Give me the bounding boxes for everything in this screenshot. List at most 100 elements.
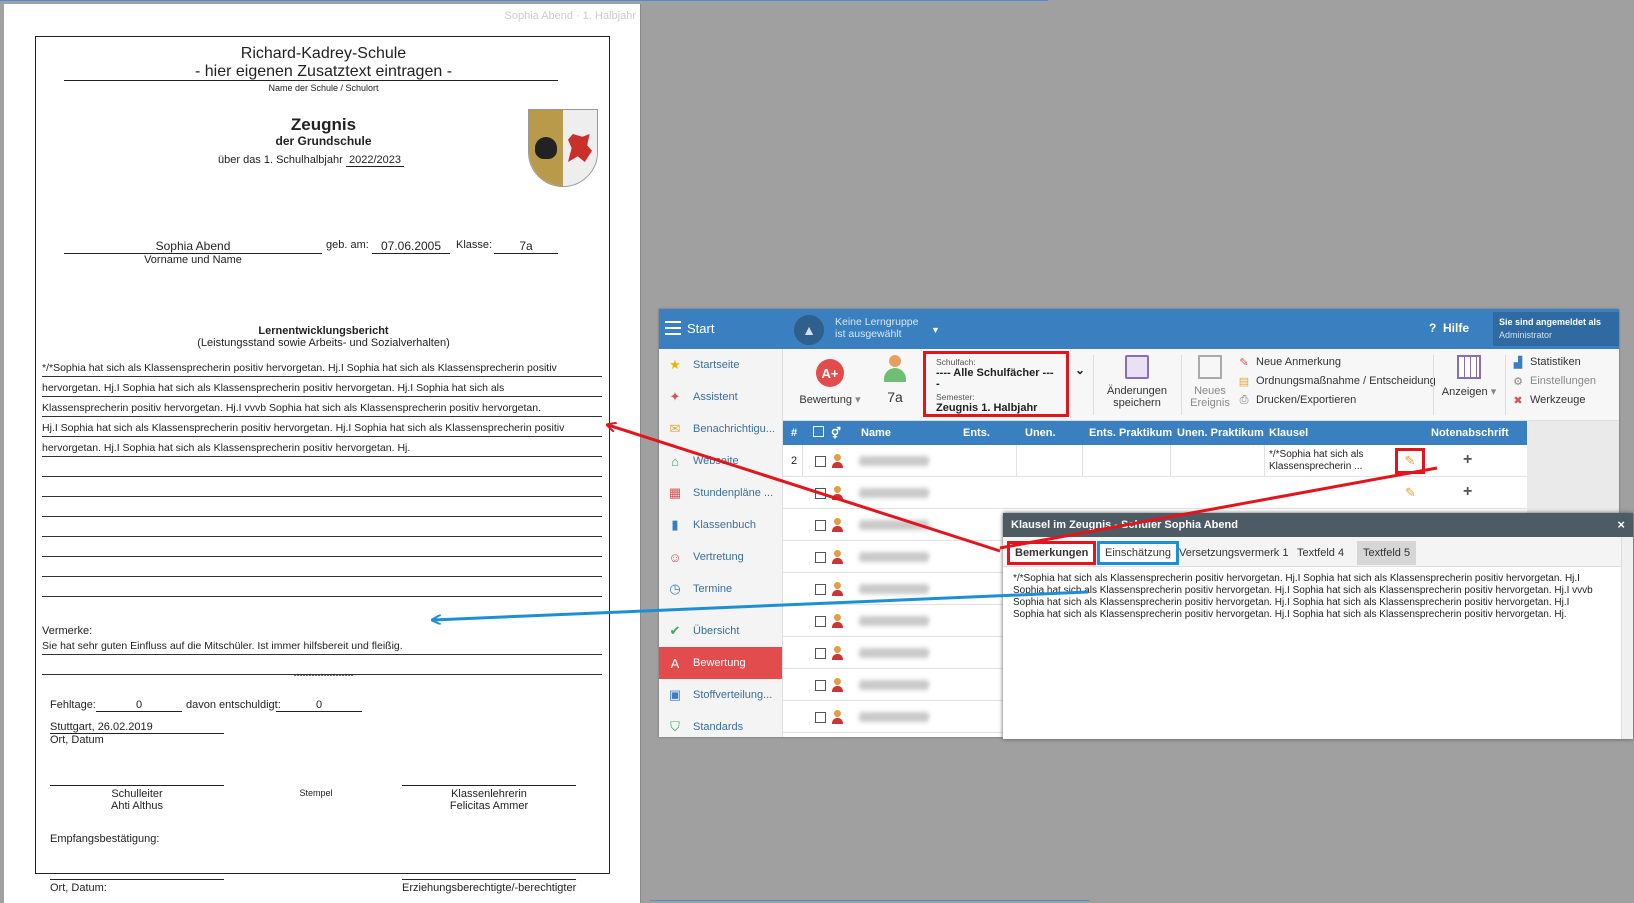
measure-button[interactable]: ▤ Ordnungsmaßnahme / Entscheidung xyxy=(1237,374,1436,388)
school-year: 2022/2023 xyxy=(346,154,404,167)
report-line xyxy=(42,577,602,597)
dialog-scrollbar[interactable] xyxy=(1621,537,1633,739)
table-row[interactable]: ✎ + xyxy=(783,477,1527,509)
chevron-down-icon[interactable]: ⌄ xyxy=(1075,363,1085,377)
sidebar-item-vertretung[interactable]: ☺ Vertretung xyxy=(659,541,782,573)
tab-bemerkungen[interactable]: Bemerkungen xyxy=(1007,541,1097,565)
dialog-text-area[interactable]: */*Sophia hat sich als Klassensprecherin… xyxy=(1013,573,1593,621)
name-caption: Vorname und Name xyxy=(144,254,242,266)
column-header-notenabschrift[interactable]: Notenabschrift xyxy=(1431,427,1509,439)
sidebar-item-stoffverteilung[interactable]: ▣ Stoffverteilung... xyxy=(659,679,782,711)
menu-icon[interactable] xyxy=(665,321,681,335)
save-changes-button[interactable]: Änderungen speichern xyxy=(1099,355,1175,409)
excused-value: 0 xyxy=(276,699,362,712)
column-header-name[interactable]: Name xyxy=(861,427,891,439)
new-event-button[interactable]: Neues Ereignis xyxy=(1185,355,1235,409)
settings-button[interactable]: ⚙ Einstellungen xyxy=(1511,374,1596,388)
sidebar-item-termine[interactable]: ◷ Termine xyxy=(659,573,782,605)
row-checkbox[interactable] xyxy=(815,616,826,627)
report-line: hervorgetan. Hj.I Sophia hat sich als Kl… xyxy=(42,377,602,397)
sidebar-item-klassenbuch[interactable]: ▮ Klassenbuch xyxy=(659,509,782,541)
report-line xyxy=(42,537,602,557)
add-icon[interactable]: + xyxy=(1463,483,1472,501)
sidebar-item-assistent[interactable]: ✦ Assistent xyxy=(659,381,782,413)
row-checkbox[interactable] xyxy=(815,520,826,531)
row-checkbox[interactable] xyxy=(815,552,826,563)
sidebar-item-bewertung[interactable]: A Bewertung xyxy=(659,647,782,679)
lerngruppe-line2: ist ausgewählt xyxy=(835,328,902,340)
tools-button[interactable]: ✖ Werkzeuge xyxy=(1511,393,1585,407)
sidebar-item-uebersicht[interactable]: ✔ Übersicht xyxy=(659,615,782,647)
close-icon[interactable]: × xyxy=(1617,517,1625,532)
print-export-button[interactable]: ⎙ Drucken/Exportieren xyxy=(1237,393,1357,407)
class-button[interactable]: 7a xyxy=(875,355,915,405)
report-line xyxy=(42,497,602,517)
show-button[interactable]: Anzeigen ▾ xyxy=(1439,355,1499,398)
new-note-button[interactable]: ✎ Neue Anmerkung xyxy=(1237,355,1341,369)
statistics-button[interactable]: ▟ Statistiken xyxy=(1511,355,1581,369)
calendar-plus-icon xyxy=(1198,355,1222,379)
student-name-blurred xyxy=(859,520,929,530)
start-link[interactable]: Start xyxy=(687,321,714,336)
toolbar: A+ Bewertung ▾ 7a Schulfach: ---- Alle S… xyxy=(783,349,1619,421)
new-note-label: Neue Anmerkung xyxy=(1256,356,1341,368)
schulfach-semester-selector[interactable]: Schulfach: ---- Alle Schulfächer ---- Se… xyxy=(923,351,1069,417)
tab-textfeld-4[interactable]: Textfeld 4 xyxy=(1291,541,1350,565)
help-link[interactable]: ? Hilfe xyxy=(1429,321,1469,335)
sidebar-item-label: Assistent xyxy=(693,391,738,403)
sidebar-item-stundenplaene[interactable]: ▦ Stundenpläne ... xyxy=(659,477,782,509)
edit-pencil-icon[interactable]: ✎ xyxy=(1405,485,1416,501)
report-line: Klassensprecherin positiv hervorgetan. H… xyxy=(42,397,602,417)
login-status[interactable]: Sie sind angemeldet als Administrator xyxy=(1493,312,1619,346)
column-header-ents-praktikum[interactable]: Ents. Praktikum xyxy=(1089,427,1172,439)
row-checkbox[interactable] xyxy=(815,584,826,595)
report-line xyxy=(42,477,602,497)
lerngruppe-selector[interactable]: Keine Lerngruppe ist ausgewählt xyxy=(835,316,918,340)
home-icon: ⌂ xyxy=(671,453,679,469)
report-subtitle: (Leistungsstand sowie Arbeits- und Sozia… xyxy=(197,337,450,349)
add-icon[interactable]: + xyxy=(1463,451,1472,469)
row-checkbox[interactable] xyxy=(815,680,826,691)
graduation-cap-icon[interactable]: ▲ xyxy=(794,315,824,345)
lerngruppe-line1: Keine Lerngruppe xyxy=(835,316,919,328)
teacher-label: Klassenlehrerin xyxy=(451,788,527,800)
bewertung-button[interactable]: A+ Bewertung ▾ xyxy=(795,359,865,406)
tab-einschaetzung[interactable]: Einschätzung xyxy=(1097,541,1180,565)
sidebar-item-standards[interactable]: ⛉ Standards xyxy=(659,711,782,737)
report-card-document: Sophia Abend · 1. Halbjahr Richard-Kadre… xyxy=(4,4,641,903)
wand-icon: ✦ xyxy=(669,389,681,404)
row-checkbox[interactable] xyxy=(815,648,826,659)
edit-pencil-icon[interactable]: ✎ xyxy=(1395,448,1425,474)
column-header-ents[interactable]: Ents. xyxy=(963,427,990,439)
check-icon: ✔ xyxy=(669,623,681,638)
printer-icon: ⎙ xyxy=(1239,393,1249,406)
place-date: Stuttgart, 26.02.2019 xyxy=(50,721,224,734)
person-icon: ☺ xyxy=(668,549,682,565)
tab-versetzungsvermerk[interactable]: Versetzungsvermerk 1 xyxy=(1173,541,1294,565)
top-bar: Start ▲ Keine Lerngruppe ist ausgewählt … xyxy=(659,309,1619,349)
stats-label: Statistiken xyxy=(1530,356,1581,368)
column-header-unen[interactable]: Unen. xyxy=(1025,427,1056,439)
principal-signature-line xyxy=(50,785,224,786)
column-header-unen-praktikum[interactable]: Unen. Praktikum xyxy=(1177,427,1264,439)
receipt-place-caption: Ort, Datum: xyxy=(50,882,107,894)
receipt-label: Empfangsbestätigung: xyxy=(50,833,160,845)
student-name-blurred xyxy=(859,680,929,690)
sidebar-item-startseite[interactable]: ★ Startseite xyxy=(659,349,782,381)
klausel-cell[interactable]: */*Sophia hat sich als Klassensprecherin… xyxy=(1269,449,1389,473)
sidebar-item-label: Benachrichtigu... xyxy=(693,423,775,435)
column-header-klausel[interactable]: Klausel xyxy=(1269,427,1308,439)
column-header-number[interactable]: # xyxy=(791,427,797,439)
table-row[interactable]: 2 */*Sophia hat sich als Klassensprecher… xyxy=(783,445,1527,477)
row-checkbox[interactable] xyxy=(815,488,826,499)
row-checkbox[interactable] xyxy=(815,456,826,467)
select-all-checkbox[interactable] xyxy=(813,426,824,437)
sidebar-item-webseite[interactable]: ⌂ Webseite xyxy=(659,445,782,477)
row-checkbox[interactable] xyxy=(815,712,826,723)
report-line: Hj.I Sophia hat sich als Klassensprecher… xyxy=(42,417,602,437)
sidebar-item-label: Termine xyxy=(693,583,733,595)
measure-label: Ordnungsmaßnahme / Entscheidung xyxy=(1256,375,1436,387)
caret-down-icon[interactable]: ▼ xyxy=(931,325,940,335)
tab-textfeld-5[interactable]: Textfeld 5 xyxy=(1357,541,1417,565)
sidebar-item-benachrichtigungen[interactable]: ✉ Benachrichtigu... xyxy=(659,413,782,445)
